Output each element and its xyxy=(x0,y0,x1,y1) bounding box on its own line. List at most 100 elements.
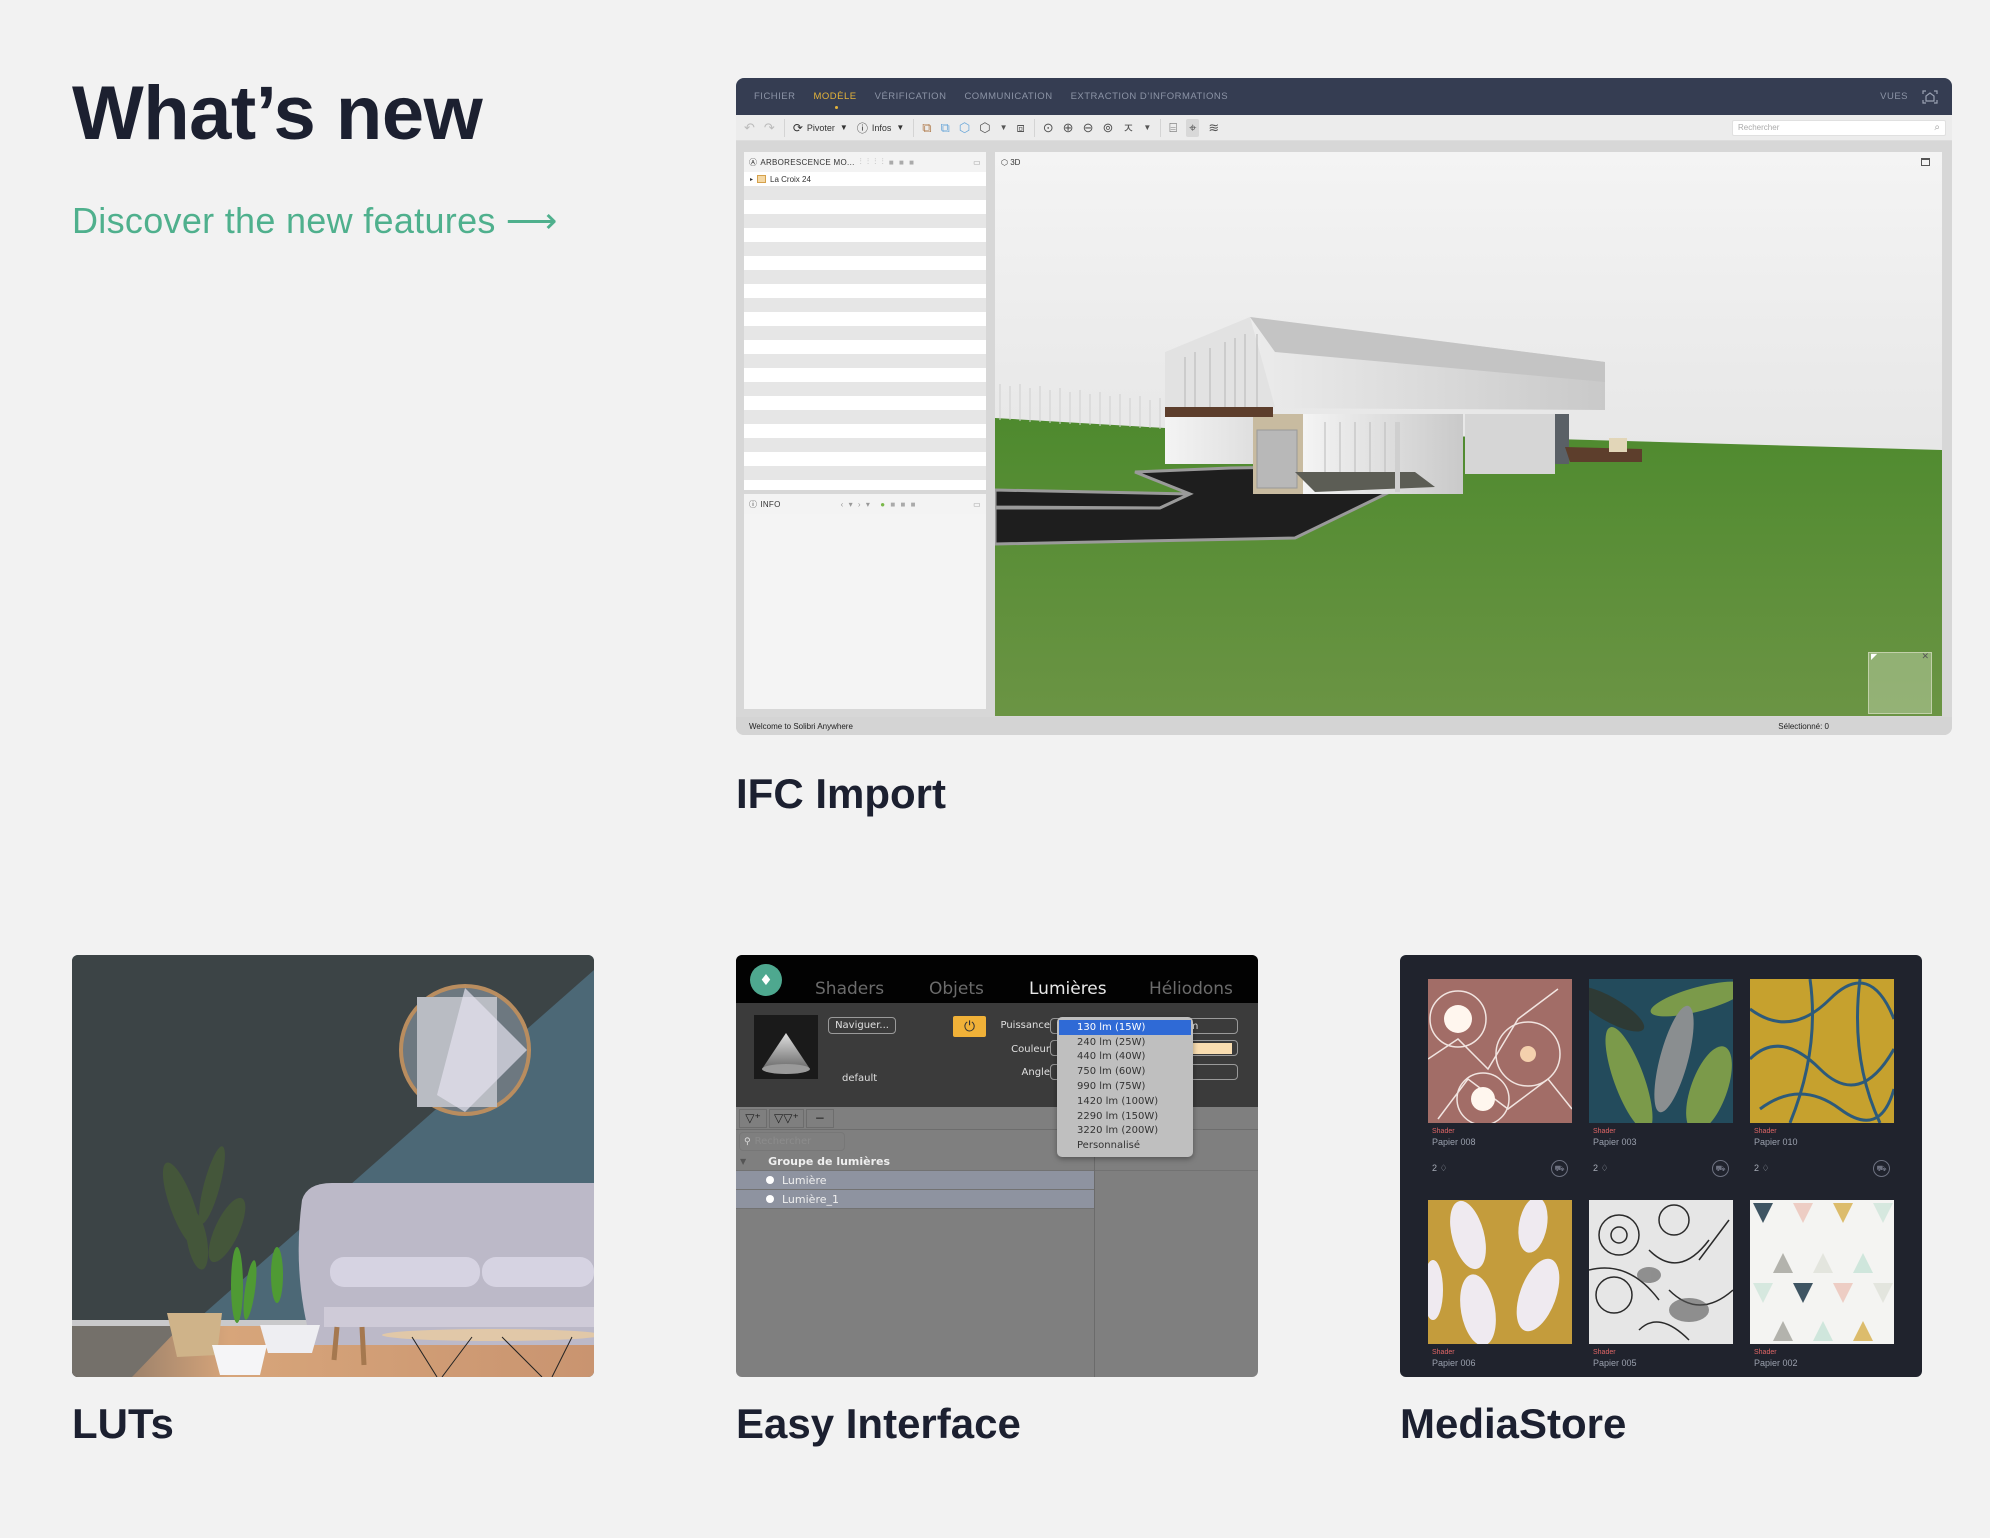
easy-interface-screenshot[interactable]: ♦ Shaders Objets Lumières Héliodons Navi… xyxy=(736,955,1258,1377)
cube-view-icon[interactable]: ⬡ xyxy=(979,120,990,136)
add-light-button[interactable]: ▽⁺ xyxy=(739,1108,767,1128)
info-icon: ⓘ xyxy=(856,122,868,135)
dropdown-option[interactable]: 1420 lm (100W) xyxy=(1057,1094,1193,1109)
menu-modele[interactable]: MODÈLE xyxy=(814,91,857,109)
bag-icon[interactable]: ■ xyxy=(889,158,894,167)
bag-icon[interactable]: ■ xyxy=(899,158,904,167)
texture-thumbnail xyxy=(1750,1200,1894,1344)
tree-row-empty xyxy=(744,186,986,200)
tree-view-icon[interactable]: ⫶ xyxy=(860,157,862,167)
light-row[interactable]: Lumière_1 xyxy=(736,1190,1094,1209)
cart-icon[interactable]: ⛟ xyxy=(1873,1160,1890,1177)
cube-isolate-icon[interactable]: ⬡ xyxy=(959,120,970,136)
minimap[interactable]: ◤ ✕ xyxy=(1868,651,1932,714)
bag-icon[interactable]: ■ xyxy=(909,158,914,167)
dropdown-option[interactable]: 990 lm (75W) xyxy=(1057,1079,1193,1094)
dropdown-option[interactable]: 240 lm (25W) xyxy=(1057,1035,1193,1050)
card-title-ifc-import: IFC Import xyxy=(736,770,946,817)
chevron-right-icon[interactable]: › xyxy=(858,500,861,509)
tree-view-icon[interactable]: ⫶ xyxy=(867,157,869,167)
menu-verification[interactable]: VÉRIFICATION xyxy=(875,91,947,102)
bag-icon[interactable]: ■ xyxy=(890,500,895,509)
cart-icon[interactable]: ⛟ xyxy=(1712,1160,1729,1177)
info-dropdown[interactable]: ⓘ Infos ▼ xyxy=(857,120,904,136)
maximize-icon[interactable]: ▭ xyxy=(973,500,981,509)
cart-icon[interactable]: ⛟ xyxy=(1551,1160,1568,1177)
maximize-icon[interactable]: ▭ xyxy=(973,158,981,167)
tab-shaders[interactable]: Shaders xyxy=(815,979,884,999)
zoom-out-icon[interactable]: ⊖ xyxy=(1083,120,1094,136)
3d-viewport[interactable]: ⬡ 3D ◤ ✕ xyxy=(995,152,1942,716)
caret-down-icon[interactable]: ▾ xyxy=(849,500,853,509)
home-view-icon[interactable] xyxy=(1922,89,1938,104)
light-search-input[interactable]: ⚲ Rechercher xyxy=(739,1132,845,1151)
zoom-in-icon[interactable]: ⊕ xyxy=(1063,120,1074,136)
store-item[interactable]: Shader Papier 008 2 ♢ ⛟ xyxy=(1428,979,1572,1177)
layers-icon[interactable]: ≋ xyxy=(1208,120,1219,136)
dropdown-option[interactable]: 750 lm (60W) xyxy=(1057,1064,1193,1079)
menu-vues[interactable]: VUES xyxy=(1880,91,1908,102)
dropdown-option[interactable]: 2290 lm (150W) xyxy=(1057,1109,1193,1124)
caret-down-icon: ▼ xyxy=(896,123,905,132)
menu-communication[interactable]: COMMUNICATION xyxy=(964,91,1052,102)
store-item[interactable]: Shader Papier 002 xyxy=(1750,1200,1894,1368)
add-light-group-button[interactable]: ▽▽⁺ xyxy=(769,1108,804,1128)
light-row[interactable]: Lumière xyxy=(736,1171,1094,1190)
tree-view-icon[interactable]: ⫶ xyxy=(874,157,876,167)
dropdown-option[interactable]: Personnalisé xyxy=(1057,1138,1193,1153)
tab-lumieres[interactable]: Lumières xyxy=(1029,979,1107,999)
color-filter-icon[interactable]: ● xyxy=(880,500,885,509)
browse-button[interactable]: Naviguer... xyxy=(828,1017,896,1034)
expand-icon[interactable]: ▸ xyxy=(750,176,753,183)
minimap-resize-icon[interactable]: ◤ xyxy=(1871,652,1877,661)
rotate-dropdown[interactable]: ⟳ Pivoter ▼ xyxy=(793,121,848,135)
caret-down-icon[interactable]: ▼ xyxy=(1143,123,1151,132)
maximize-icon[interactable] xyxy=(1921,158,1930,166)
close-icon[interactable]: ✕ xyxy=(1921,651,1929,662)
bag-icon[interactable]: ■ xyxy=(901,500,906,509)
menu-extraction[interactable]: EXTRACTION D’INFORMATIONS xyxy=(1071,91,1228,102)
dropdown-option[interactable]: 130 lm (15W) xyxy=(1059,1020,1191,1035)
menu-fichier[interactable]: FICHIER xyxy=(754,91,796,102)
store-item[interactable]: Shader Papier 003 2 ♢ ⛟ xyxy=(1589,979,1733,1177)
tree-row-empty xyxy=(744,270,986,284)
zoom-fit-icon[interactable]: ⊙ xyxy=(1043,120,1054,136)
ifc-search-input[interactable]: Rechercher ⌕ xyxy=(1732,119,1946,136)
price-value: 2 xyxy=(1432,1163,1438,1173)
bag-icon[interactable]: ■ xyxy=(911,500,916,509)
dropdown-option[interactable]: 3220 lm (200W) xyxy=(1057,1124,1193,1139)
power-options-dropdown[interactable]: 130 lm (15W) 240 lm (25W) 440 lm (40W) 7… xyxy=(1057,1017,1193,1157)
caret-down-icon[interactable]: ▾ xyxy=(866,500,870,509)
tree-row-empty xyxy=(744,368,986,382)
dropdown-option[interactable]: 440 lm (40W) xyxy=(1057,1050,1193,1065)
tree-row-empty xyxy=(744,354,986,368)
floor-plan-icon[interactable]: ⌸ xyxy=(1169,120,1177,136)
tree-view-icon[interactable]: ⫶ xyxy=(882,157,884,167)
mediastore-screenshot[interactable]: Shader Papier 008 2 ♢ ⛟ Shader Papier 003… xyxy=(1400,955,1922,1377)
remove-light-button[interactable]: − xyxy=(805,1108,834,1128)
caret-down-icon[interactable]: ▼ xyxy=(1000,123,1008,132)
zoom-selection-icon[interactable]: ⊚ xyxy=(1102,120,1113,136)
tree-item[interactable]: ▸ La Croix 24 xyxy=(744,172,986,186)
tab-objets[interactable]: Objets xyxy=(929,979,984,999)
discover-features-link[interactable]: Discover the new features ⟶ xyxy=(72,200,558,242)
tab-heliodons[interactable]: Héliodons xyxy=(1149,979,1233,999)
redo-icon[interactable]: ↷ xyxy=(764,120,775,136)
cube-select-icon[interactable]: ⧉ xyxy=(922,120,931,136)
map-pin-icon[interactable]: ⌖ xyxy=(1186,118,1200,137)
luts-image[interactable] xyxy=(72,955,594,1377)
texture-thumbnail xyxy=(1750,979,1894,1123)
store-item[interactable]: Shader Papier 006 xyxy=(1428,1200,1572,1368)
undo-icon[interactable]: ↶ xyxy=(744,120,755,136)
collapse-icon[interactable]: ▼ xyxy=(740,1157,746,1166)
ifc-import-screenshot[interactable]: FICHIER MODÈLE VÉRIFICATION COMMUNICATIO… xyxy=(736,78,1952,735)
cube-hide-icon[interactable]: ⧉ xyxy=(941,120,950,136)
chevron-left-icon[interactable]: ‹ xyxy=(841,500,844,509)
store-item[interactable]: Shader Papier 010 2 ♢ ⛟ xyxy=(1750,979,1894,1177)
arrow-right-icon: ⟶ xyxy=(505,200,558,241)
store-item[interactable]: Shader Papier 005 xyxy=(1589,1200,1733,1368)
section-box-icon[interactable]: ⧈ xyxy=(1016,120,1024,136)
price-value: 2 xyxy=(1754,1163,1760,1173)
toolbar-divider xyxy=(913,118,915,137)
measure-icon[interactable]: ㅈ xyxy=(1122,118,1134,137)
